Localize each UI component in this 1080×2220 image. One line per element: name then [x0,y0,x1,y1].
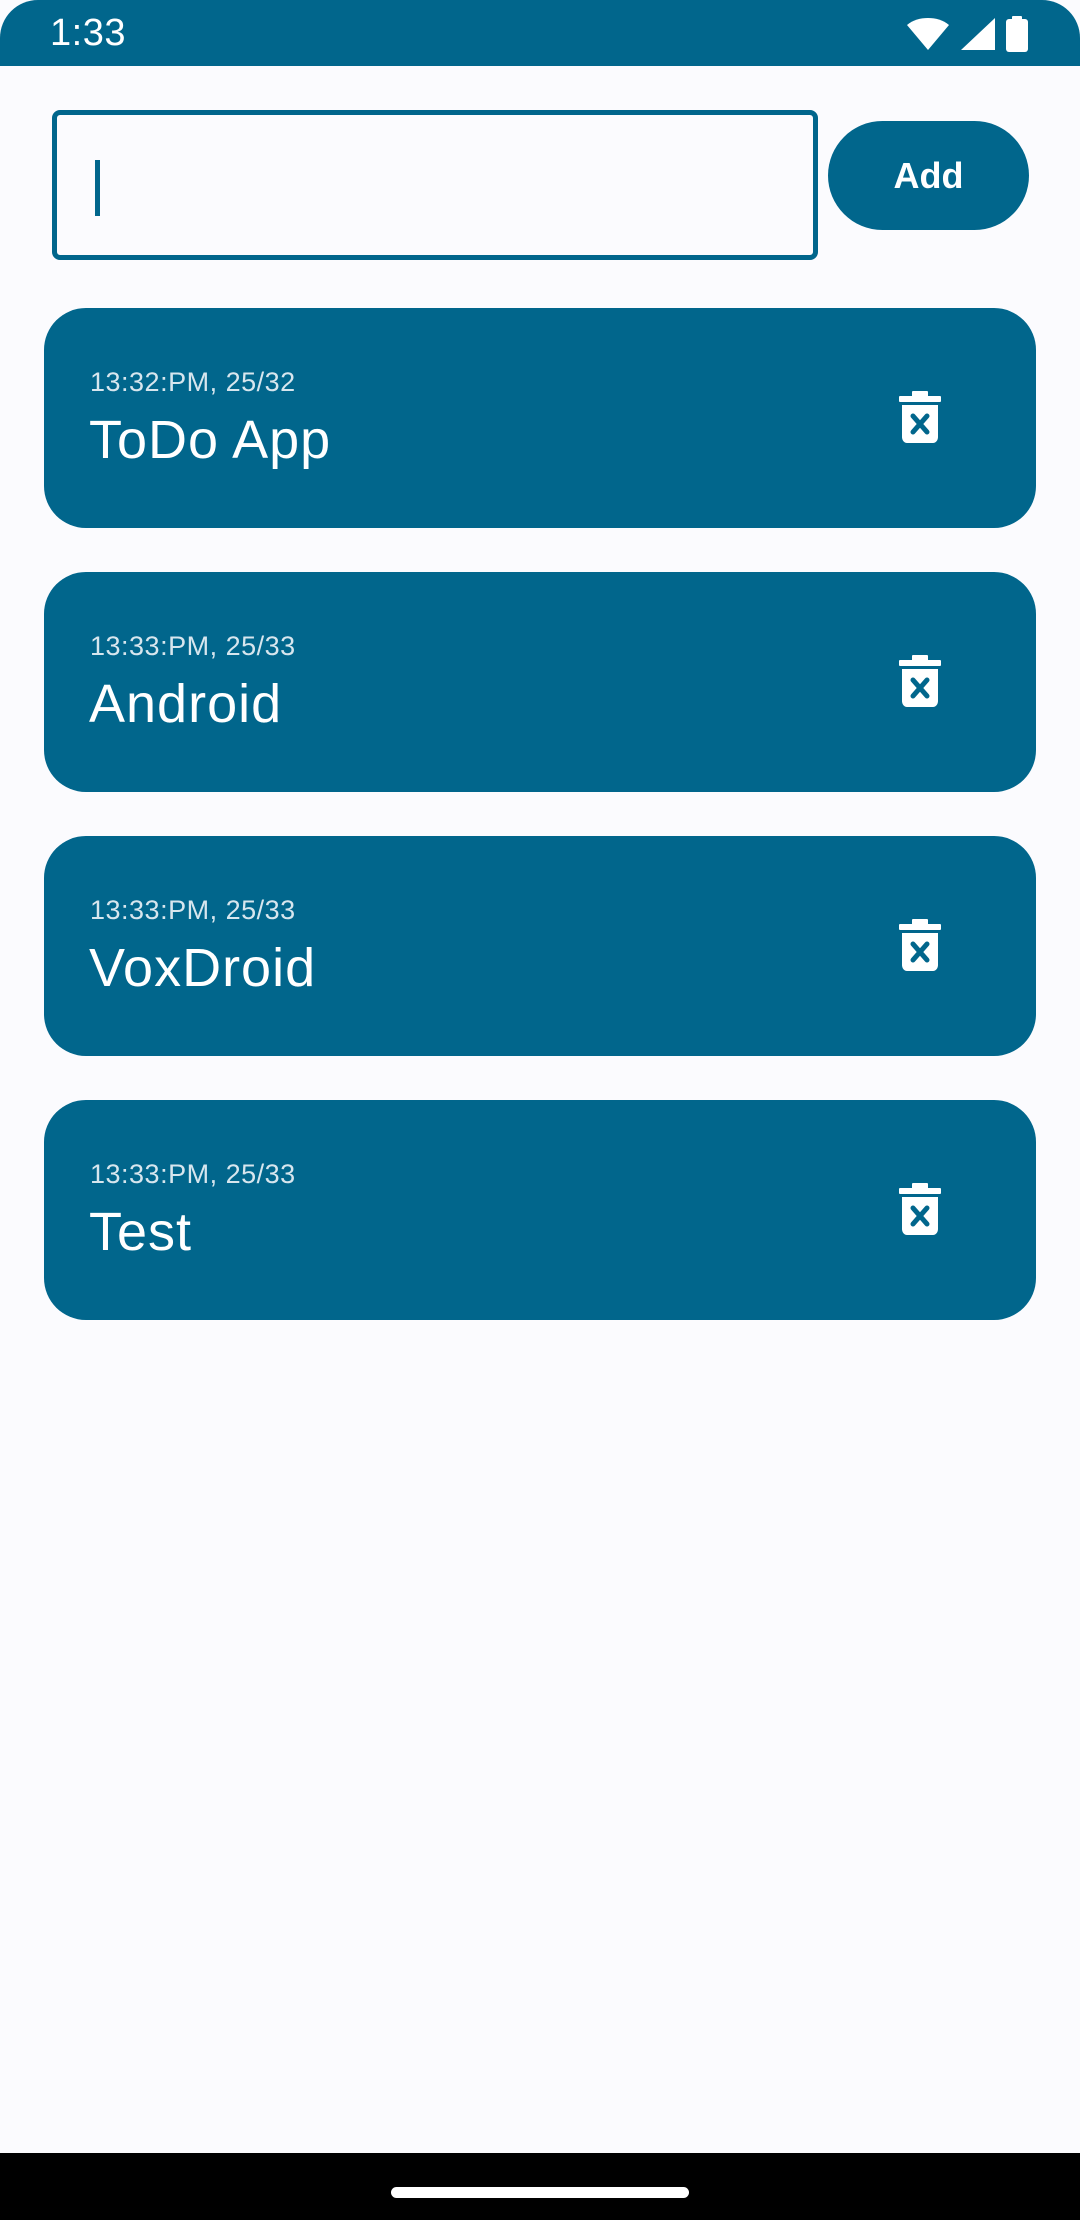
add-button[interactable]: Add [828,121,1029,230]
todo-title: VoxDroid [89,938,317,998]
todo-timestamp: 13:33:PM, 25/33 [90,631,296,661]
status-icons [906,14,1028,54]
cellular-signal-icon [960,17,996,51]
todo-timestamp: 13:32:PM, 25/32 [90,367,296,397]
delete-icon [899,919,941,971]
todo-text-input[interactable] [52,110,818,260]
status-time: 1:33 [50,12,126,54]
status-bar: 1:33 [0,0,1080,66]
todo-title: Test [89,1202,193,1262]
battery-icon [1006,16,1028,52]
todo-list: 13:32:PM, 25/32 ToDo App 13:33:PM, 25/33… [44,308,1036,1364]
delete-button[interactable] [890,646,950,716]
delete-button[interactable] [890,1174,950,1244]
delete-icon [899,391,941,443]
todo-timestamp: 13:33:PM, 25/33 [90,895,296,925]
delete-button[interactable] [890,910,950,980]
todo-item: 13:32:PM, 25/32 ToDo App [44,308,1036,528]
home-gesture-handle[interactable] [391,2187,689,2198]
todo-title: Android [89,674,283,734]
todo-item: 13:33:PM, 25/33 Test [44,1100,1036,1320]
delete-icon [899,1183,941,1235]
todo-title: ToDo App [89,410,332,470]
delete-icon [899,655,941,707]
text-cursor [95,160,100,216]
todo-item: 13:33:PM, 25/33 Android [44,572,1036,792]
todo-item: 13:33:PM, 25/33 VoxDroid [44,836,1036,1056]
navigation-bar [0,2153,1080,2220]
wifi-icon [906,17,950,51]
todo-timestamp: 13:33:PM, 25/33 [90,1159,296,1189]
delete-button[interactable] [890,382,950,452]
